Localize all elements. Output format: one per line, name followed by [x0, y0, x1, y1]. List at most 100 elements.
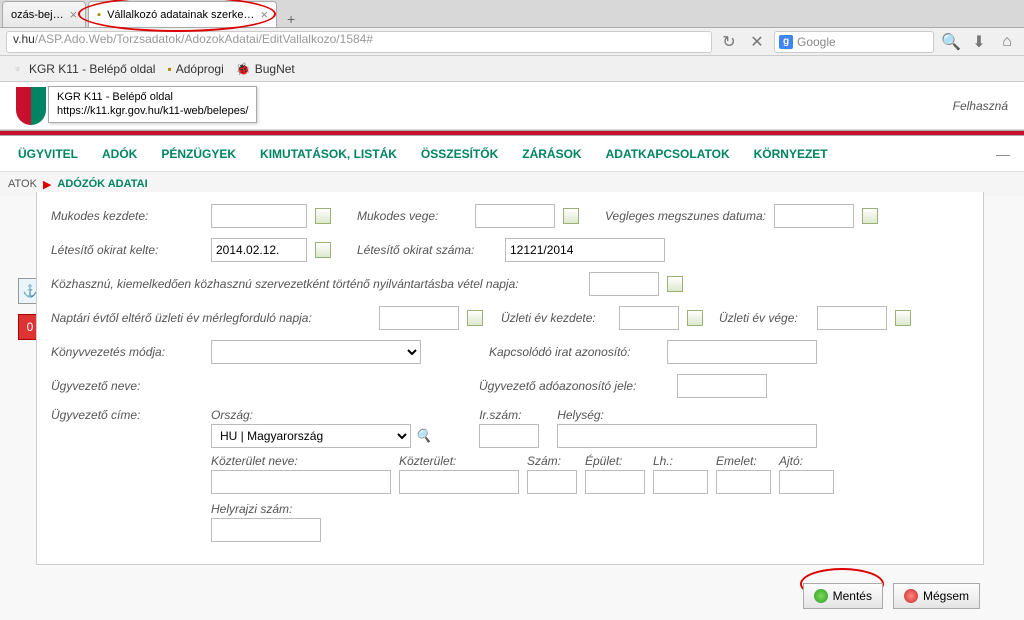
kozhasznu-label: Közhasznú, kiemelkedően közhasznú szerve…: [51, 277, 581, 291]
chevron-right-icon: ▶: [43, 178, 51, 191]
calendar-icon[interactable]: [862, 208, 878, 224]
page-header: KGR K11 - Belépő oldal https://k11.kgr.g…: [0, 82, 1024, 130]
tooltip-url: https://k11.kgr.gov.hu/k11-web/belepes/: [57, 104, 248, 118]
letesito-kelte-label: Létesítő okirat kelte:: [51, 243, 203, 257]
user-label: Felhaszná: [953, 99, 1008, 113]
uzleti-vege-input[interactable]: [817, 306, 887, 330]
lh-label: Lh.:: [653, 454, 708, 468]
google-icon: g: [779, 35, 793, 49]
search-placeholder: Google: [797, 35, 836, 49]
reload-icon[interactable]: ↻: [718, 31, 740, 53]
epulet-input[interactable]: [585, 470, 645, 494]
kozhasznu-input[interactable]: [589, 272, 659, 296]
calendar-icon[interactable]: [315, 242, 331, 258]
mukodes-vege-label: Mukodes vege:: [357, 209, 467, 223]
bookmark-bar: ▫️ KGR K11 - Belépő oldal ▪ Adóprogi 🐞 B…: [0, 56, 1024, 82]
tab-favicon: ▪: [97, 9, 101, 21]
vegleges-input[interactable]: [774, 204, 854, 228]
cancel-button[interactable]: Mégsem: [893, 583, 980, 609]
naptari-input[interactable]: [379, 306, 459, 330]
dash-icon[interactable]: —: [990, 146, 1016, 162]
url-bar: v.hu/ASP.Ado.Web/Torzsadatok/AdozokAdata…: [0, 28, 1024, 56]
mukodes-kezdete-input[interactable]: [211, 204, 307, 228]
calendar-icon[interactable]: [467, 310, 483, 326]
bookmark-favicon: ▪: [167, 62, 171, 76]
bookmark-item[interactable]: 🐞 BugNet: [236, 62, 295, 76]
close-icon[interactable]: ×: [260, 7, 268, 22]
ugyvez-ado-label: Ügyvezető adóazonosító jele:: [479, 379, 669, 393]
uzleti-kezdete-input[interactable]: [619, 306, 679, 330]
search-input[interactable]: g Google: [774, 31, 934, 53]
konyv-label: Könyvvezetés módja:: [51, 345, 203, 359]
menu-ugyvitel[interactable]: ÜGYVITEL: [8, 141, 88, 167]
helyseg-input[interactable]: [557, 424, 817, 448]
emelet-input[interactable]: [716, 470, 771, 494]
page-icon: ▫️: [10, 62, 25, 76]
helyseg-label: Helység:: [557, 408, 969, 422]
tab-label: ozás-bej…: [11, 9, 64, 21]
browser-tab-bar: ozás-bej… × ▪ Vállalkozó adatainak szerk…: [0, 0, 1024, 28]
search-icon[interactable]: 🔍: [940, 31, 962, 53]
helyrajzi-input[interactable]: [211, 518, 321, 542]
calendar-icon[interactable]: [895, 310, 911, 326]
bookmark-label: KGR K11 - Belépő oldal: [29, 62, 156, 76]
ajto-label: Ajtó:: [779, 454, 834, 468]
address-input[interactable]: v.hu/ASP.Ado.Web/Torzsadatok/AdozokAdata…: [6, 31, 712, 53]
browser-tab[interactable]: ▪ Vállalkozó adatainak szerke… ×: [88, 1, 277, 27]
irszam-label: Ir.szám:: [479, 408, 539, 422]
calendar-icon[interactable]: [563, 208, 579, 224]
close-icon[interactable]: ×: [70, 7, 78, 22]
bookmark-item[interactable]: ▪ Adóprogi: [167, 62, 223, 76]
breadcrumb-prev[interactable]: ATOK: [8, 178, 37, 190]
kozterulet-label: Közterület:: [399, 454, 519, 468]
vegleges-label: Vegleges megszunes datuma:: [605, 209, 766, 223]
ugyvez-ado-input[interactable]: [677, 374, 767, 398]
save-label: Mentés: [833, 589, 872, 603]
magnifier-icon[interactable]: 🔍: [415, 428, 431, 444]
calendar-icon[interactable]: [667, 276, 683, 292]
epulet-label: Épület:: [585, 454, 645, 468]
naptari-label: Naptári évtől eltérő üzleti év mérlegfor…: [51, 311, 371, 325]
kapcs-irat-input[interactable]: [667, 340, 817, 364]
calendar-icon[interactable]: [315, 208, 331, 224]
home-icon[interactable]: ⌂: [996, 31, 1018, 53]
kozterulet-neve-label: Közterület neve:: [211, 454, 391, 468]
calendar-icon[interactable]: [687, 310, 703, 326]
szam-input[interactable]: [527, 470, 577, 494]
menu-penzugyek[interactable]: PÉNZÜGYEK: [151, 141, 246, 167]
mukodes-kezdete-label: Mukodes kezdete:: [51, 209, 203, 223]
ajto-input[interactable]: [779, 470, 834, 494]
menu-osszesitok[interactable]: ÖSSZESÍTŐK: [411, 141, 508, 167]
irszam-input[interactable]: [479, 424, 539, 448]
uzleti-kezdete-label: Üzleti év kezdete:: [501, 311, 611, 325]
mukodes-vege-input[interactable]: [475, 204, 555, 228]
breadcrumb-current: ADÓZÓK ADATAI: [57, 178, 147, 190]
menu-kornyezet[interactable]: KÖRNYEZET: [744, 141, 838, 167]
orszag-select[interactable]: HU | Magyarország: [211, 424, 411, 448]
stop-icon[interactable]: ✕: [746, 31, 768, 53]
szam-label: Szám:: [527, 454, 577, 468]
menu-kimutatasok[interactable]: KIMUTATÁSOK, LISTÁK: [250, 141, 407, 167]
save-button[interactable]: Mentés: [803, 583, 883, 609]
letesito-kelte-input[interactable]: [211, 238, 307, 262]
download-icon[interactable]: ⬇: [968, 31, 990, 53]
lh-input[interactable]: [653, 470, 708, 494]
bookmark-item[interactable]: ▫️ KGR K11 - Belépő oldal: [10, 62, 155, 76]
ugyvez-neve-label: Ügyvezető neve:: [51, 379, 203, 393]
kozterulet-input[interactable]: [399, 470, 519, 494]
crest-logo: [16, 87, 46, 125]
menu-zarasok[interactable]: ZÁRÁSOK: [512, 141, 591, 167]
main-menu: ÜGYVITEL ADÓK PÉNZÜGYEK KIMUTATÁSOK, LIS…: [0, 136, 1024, 172]
menu-adok[interactable]: ADÓK: [92, 141, 147, 167]
new-tab-button[interactable]: +: [279, 11, 303, 27]
cancel-icon: [904, 589, 918, 603]
menu-adatkapcsolatok[interactable]: ADATKAPCSOLATOK: [596, 141, 740, 167]
kapcs-irat-label: Kapcsolódó irat azonosító:: [489, 345, 659, 359]
letesito-szama-input[interactable]: [505, 238, 665, 262]
url-tooltip: KGR K11 - Belépő oldal https://k11.kgr.g…: [48, 86, 257, 123]
bookmark-label: BugNet: [255, 62, 295, 76]
konyv-select[interactable]: [211, 340, 421, 364]
emelet-label: Emelet:: [716, 454, 771, 468]
browser-tab[interactable]: ozás-bej… ×: [2, 1, 86, 27]
kozterulet-neve-input[interactable]: [211, 470, 391, 494]
